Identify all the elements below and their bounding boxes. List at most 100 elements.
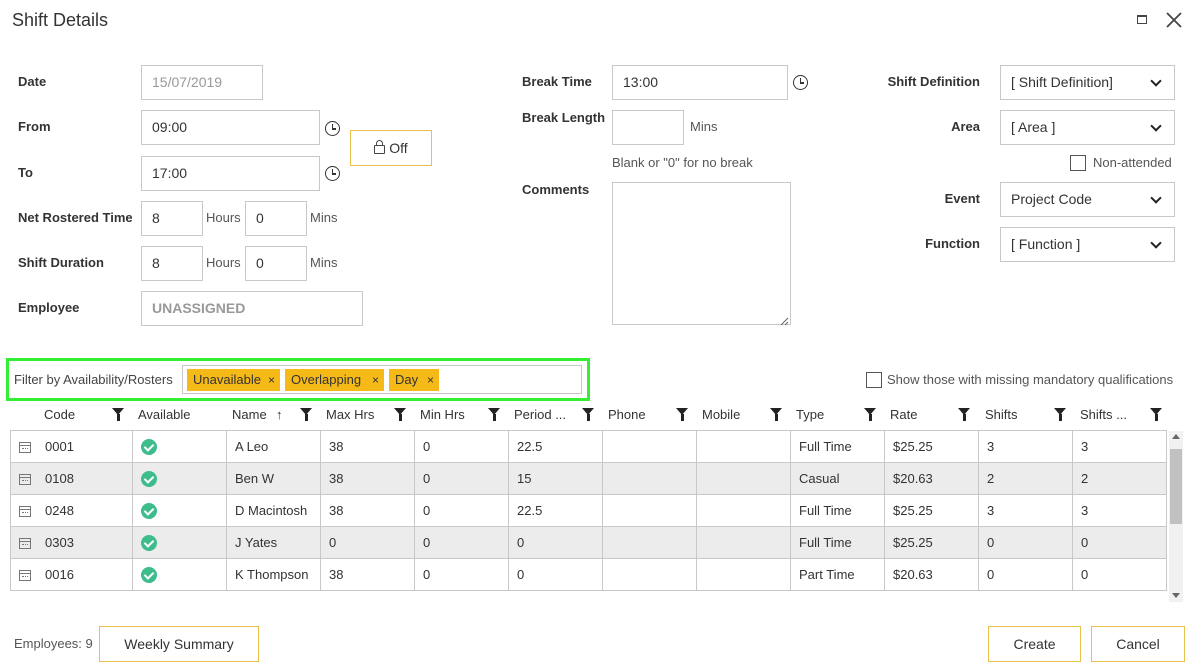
employees-count: Employees: 9 xyxy=(14,636,93,651)
table-row[interactable]: 0248 D Macintosh 38 0 22.5 Full Time $25.25 3 3 xyxy=(10,494,1167,527)
employee-code: 0016 xyxy=(45,567,74,582)
col-header-min-hrs[interactable]: Min Hrs xyxy=(420,407,465,422)
col-header-shifts-2[interactable]: Shifts ... xyxy=(1080,407,1127,422)
scrollbar-thumb[interactable] xyxy=(1170,449,1182,524)
remove-tag-icon[interactable]: × xyxy=(427,369,434,391)
col-header-shifts[interactable]: Shifts xyxy=(985,407,1018,422)
shifts-cell: 2 xyxy=(978,462,1073,495)
filter-funnel-icon[interactable] xyxy=(1054,408,1066,421)
area-value: [ Area ] xyxy=(1011,119,1056,135)
grid-scrollbar[interactable] xyxy=(1169,431,1183,602)
weekly-summary-button[interactable]: Weekly Summary xyxy=(99,626,259,662)
close-icon[interactable] xyxy=(1164,10,1184,30)
filter-tag-day[interactable]: Day × xyxy=(389,369,439,391)
cancel-button[interactable]: Cancel xyxy=(1091,626,1185,662)
min-hrs-cell: 0 xyxy=(414,526,509,559)
off-lock-button[interactable]: Off xyxy=(350,130,432,166)
name-cell: D Macintosh xyxy=(226,494,321,527)
name-cell: J Yates xyxy=(226,526,321,559)
filter-tags-input[interactable]: Unavailable × Overlapping × Day × xyxy=(182,365,582,394)
col-header-rate[interactable]: Rate xyxy=(890,407,917,422)
shifts-2-cell: 3 xyxy=(1072,430,1167,463)
shifts-cell: 0 xyxy=(978,558,1073,591)
shifts-2-cell: 2 xyxy=(1072,462,1167,495)
filter-funnel-icon[interactable] xyxy=(770,408,782,421)
calendar-icon[interactable] xyxy=(19,442,31,454)
missing-quals-label: Show those with missing mandatory qualif… xyxy=(887,372,1174,387)
table-row[interactable]: 0303 J Yates 0 0 0 Full Time $25.25 0 0 xyxy=(10,526,1167,559)
shift-definition-select[interactable]: [ Shift Definition] xyxy=(1000,65,1175,100)
col-header-name[interactable]: Name xyxy=(232,407,267,422)
to-time-input[interactable]: 17:00 xyxy=(141,156,320,191)
filter-funnel-icon[interactable] xyxy=(488,408,500,421)
filter-funnel-icon[interactable] xyxy=(864,408,876,421)
available-cell xyxy=(132,430,227,463)
event-select[interactable]: Project Code xyxy=(1000,182,1175,217)
filter-funnel-icon[interactable] xyxy=(300,408,312,421)
filter-tag-unavailable[interactable]: Unavailable × xyxy=(187,369,280,391)
duration-hours-unit: Hours xyxy=(206,255,241,270)
table-row[interactable]: 0001 A Leo 38 0 22.5 Full Time $25.25 3 3 xyxy=(10,430,1167,463)
net-hours-input[interactable]: 8 xyxy=(141,201,203,236)
filter-funnel-icon[interactable] xyxy=(676,408,688,421)
available-check-icon xyxy=(141,566,157,583)
scroll-down-icon[interactable] xyxy=(1172,593,1180,598)
filter-funnel-icon[interactable] xyxy=(394,408,406,421)
col-header-phone[interactable]: Phone xyxy=(608,407,646,422)
employee-field[interactable]: UNASSIGNED xyxy=(141,291,363,326)
to-clock-icon[interactable] xyxy=(325,166,340,181)
available-cell xyxy=(132,494,227,527)
filter-tag-overlapping[interactable]: Overlapping × xyxy=(285,369,384,391)
function-label: Function xyxy=(925,236,980,251)
table-row[interactable]: 0108 Ben W 38 0 15 Casual $20.63 2 2 xyxy=(10,462,1167,495)
max-hrs-cell: 38 xyxy=(320,558,415,591)
calendar-icon[interactable] xyxy=(19,474,31,486)
table-row[interactable]: 0016 K Thompson 38 0 0 Part Time $20.63 0 0 xyxy=(10,558,1167,591)
from-clock-icon[interactable] xyxy=(325,121,340,136)
break-clock-icon[interactable] xyxy=(793,75,808,90)
break-time-input[interactable]: 13:00 xyxy=(612,65,788,100)
non-attended-checkbox[interactable] xyxy=(1070,155,1086,171)
period-cell: 0 xyxy=(508,558,603,591)
resize-handle-icon[interactable] xyxy=(780,313,789,331)
col-header-mobile[interactable]: Mobile xyxy=(702,407,740,422)
col-header-type[interactable]: Type xyxy=(796,407,824,422)
missing-quals-checkbox[interactable] xyxy=(866,372,882,388)
filter-funnel-icon[interactable] xyxy=(1150,408,1162,421)
filter-tag-label: Day xyxy=(395,372,419,387)
from-time-input[interactable]: 09:00 xyxy=(141,110,320,145)
col-header-code[interactable]: Code xyxy=(44,407,75,422)
off-label: Off xyxy=(389,140,408,156)
filter-tag-label: Unavailable xyxy=(193,372,261,387)
net-mins-unit: Mins xyxy=(310,210,338,225)
area-select[interactable]: [ Area ] xyxy=(1000,110,1175,145)
function-select[interactable]: [ Function ] xyxy=(1000,227,1175,262)
filter-funnel-icon[interactable] xyxy=(112,408,124,421)
remove-tag-icon[interactable]: × xyxy=(268,369,275,391)
max-hrs-cell: 38 xyxy=(320,462,415,495)
comments-textarea[interactable] xyxy=(612,182,791,325)
rate-cell: $20.63 xyxy=(884,558,979,591)
col-header-period[interactable]: Period ... xyxy=(514,407,566,422)
min-hrs-cell: 0 xyxy=(414,430,509,463)
shift-definition-label: Shift Definition xyxy=(887,74,980,89)
maximize-icon[interactable] xyxy=(1137,15,1147,24)
function-value: [ Function ] xyxy=(1011,236,1081,252)
break-length-input[interactable] xyxy=(612,110,684,145)
sort-ascending-icon[interactable]: ↑ xyxy=(276,407,283,422)
filter-funnel-icon[interactable] xyxy=(582,408,594,421)
duration-mins-input[interactable]: 0 xyxy=(245,246,307,281)
calendar-icon[interactable] xyxy=(19,506,31,518)
col-header-available[interactable]: Available xyxy=(138,407,191,422)
col-header-max-hrs[interactable]: Max Hrs xyxy=(326,407,374,422)
shift-duration-label: Shift Duration xyxy=(18,255,104,270)
calendar-icon[interactable] xyxy=(19,538,31,550)
filter-tag-label: Overlapping xyxy=(291,372,362,387)
net-mins-input[interactable]: 0 xyxy=(245,201,307,236)
remove-tag-icon[interactable]: × xyxy=(372,369,379,391)
filter-funnel-icon[interactable] xyxy=(958,408,970,421)
scroll-up-icon[interactable] xyxy=(1172,434,1180,439)
calendar-icon[interactable] xyxy=(19,570,31,582)
create-button[interactable]: Create xyxy=(988,626,1081,662)
duration-hours-input[interactable]: 8 xyxy=(141,246,203,281)
